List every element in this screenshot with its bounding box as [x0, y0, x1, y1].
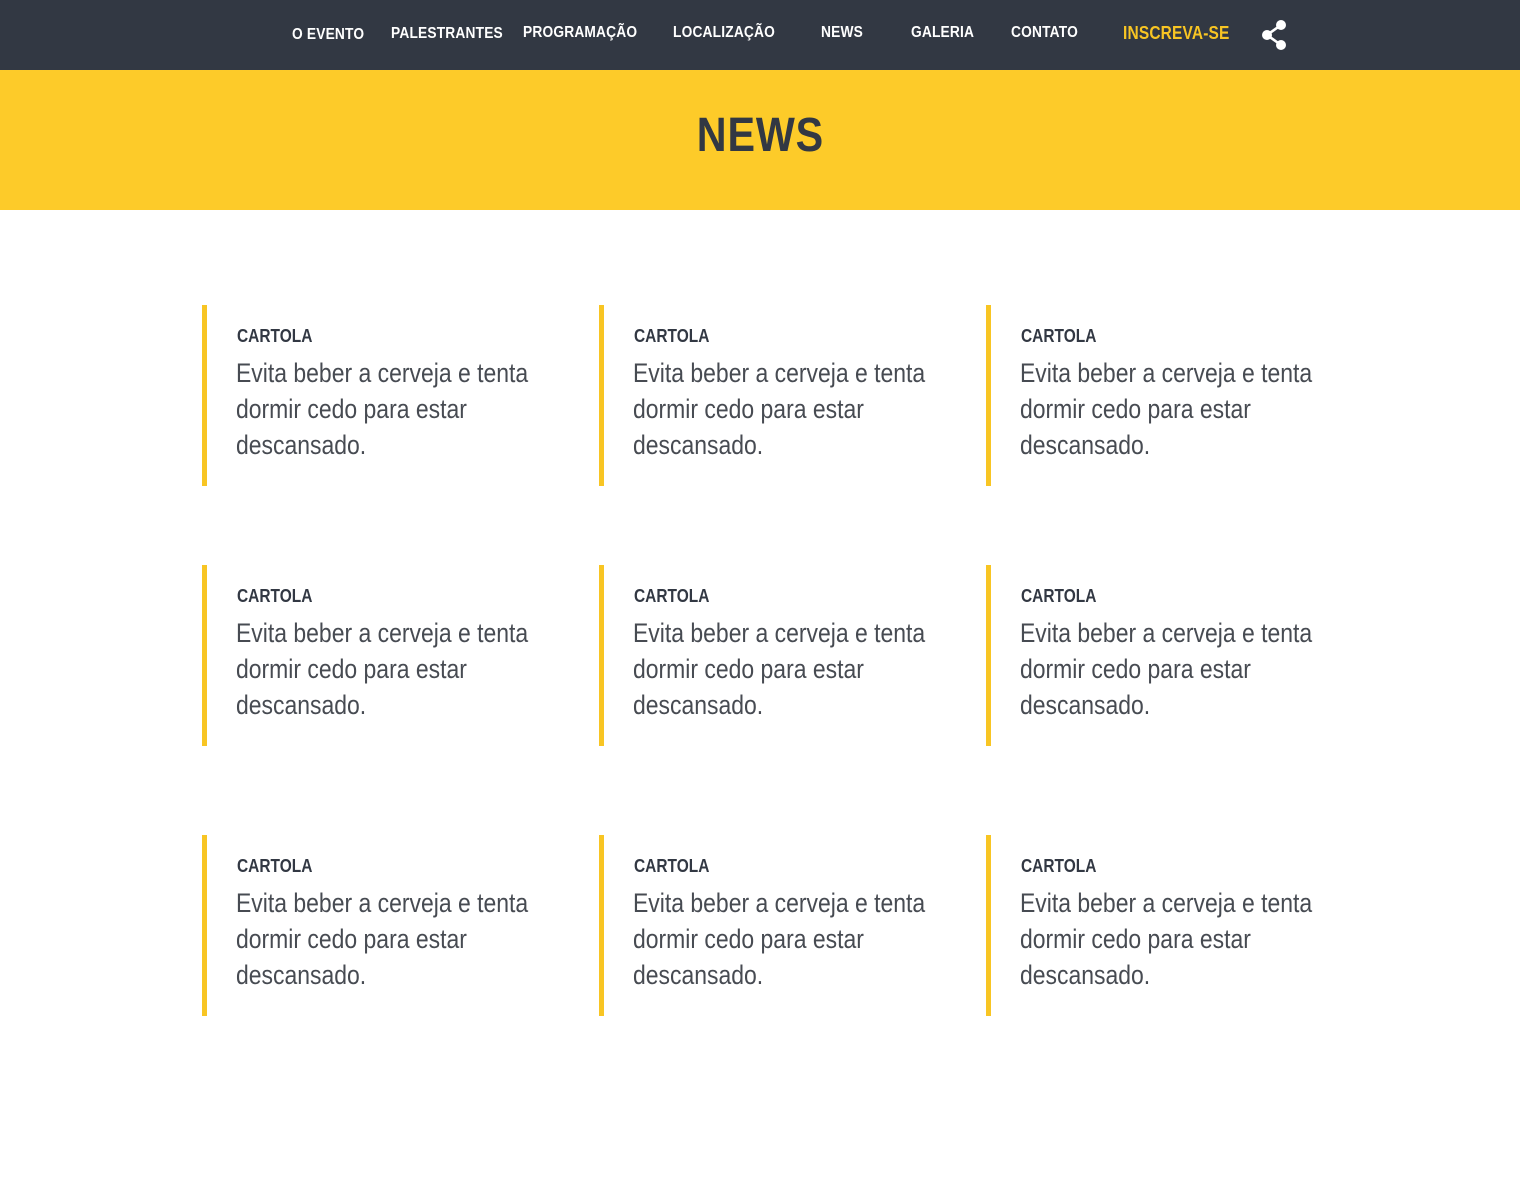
news-kicker: CARTOLA	[237, 326, 313, 346]
news-kicker: CARTOLA	[1021, 586, 1097, 606]
news-kicker: CARTOLA	[634, 586, 710, 606]
news-card[interactable]: CARTOLA Evita beber a cerveja e tenta do…	[599, 835, 959, 1016]
news-card[interactable]: CARTOLA Evita beber a cerveja e tenta do…	[202, 565, 562, 746]
page-banner: NEWS	[0, 70, 1520, 210]
nav-link-localizacao[interactable]: LOCALIZAÇÃO	[673, 24, 775, 42]
nav-link-programacao[interactable]: PROGRAMAÇÃO	[523, 24, 637, 42]
news-card[interactable]: CARTOLA Evita beber a cerveja e tenta do…	[202, 835, 562, 1016]
news-kicker: CARTOLA	[1021, 326, 1097, 346]
nav-link-palestrantes[interactable]: PALESTRANTES	[391, 25, 503, 43]
news-card[interactable]: CARTOLA Evita beber a cerveja e tenta do…	[202, 305, 562, 486]
news-headline: Evita beber a cerveja e tenta dormir ced…	[236, 358, 529, 460]
news-kicker: CARTOLA	[634, 326, 710, 346]
news-headline: Evita beber a cerveja e tenta dormir ced…	[1020, 358, 1313, 460]
news-card[interactable]: CARTOLA Evita beber a cerveja e tenta do…	[599, 305, 959, 486]
news-card[interactable]: CARTOLA Evita beber a cerveja e tenta do…	[986, 305, 1346, 486]
nav-link-news[interactable]: NEWS	[821, 24, 863, 42]
news-headline: Evita beber a cerveja e tenta dormir ced…	[633, 888, 926, 990]
nav-link-contato[interactable]: CONTATO	[1011, 24, 1078, 42]
news-headline: Evita beber a cerveja e tenta dormir ced…	[236, 618, 529, 720]
news-headline: Evita beber a cerveja e tenta dormir ced…	[633, 618, 926, 720]
news-headline: Evita beber a cerveja e tenta dormir ced…	[633, 358, 926, 460]
news-kicker: CARTOLA	[1021, 856, 1097, 876]
news-headline: Evita beber a cerveja e tenta dormir ced…	[1020, 888, 1313, 990]
news-headline: Evita beber a cerveja e tenta dormir ced…	[1020, 618, 1313, 720]
page-title: NEWS	[696, 109, 825, 162]
news-card[interactable]: CARTOLA Evita beber a cerveja e tenta do…	[986, 565, 1346, 746]
news-headline: Evita beber a cerveja e tenta dormir ced…	[236, 888, 529, 990]
share-icon[interactable]	[1258, 18, 1292, 52]
news-kicker: CARTOLA	[237, 856, 313, 876]
nav-link-galeria[interactable]: GALERIA	[911, 24, 974, 42]
news-kicker: CARTOLA	[634, 856, 710, 876]
top-navigation: O EVENTO PALESTRANTES PROGRAMAÇÃO LOCALI…	[0, 0, 1520, 70]
news-kicker: CARTOLA	[237, 586, 313, 606]
news-card[interactable]: CARTOLA Evita beber a cerveja e tenta do…	[599, 565, 959, 746]
news-card[interactable]: CARTOLA Evita beber a cerveja e tenta do…	[986, 835, 1346, 1016]
nav-link-o-evento[interactable]: O EVENTO	[292, 26, 364, 44]
register-button[interactable]: INSCREVA-SE	[1123, 23, 1230, 44]
